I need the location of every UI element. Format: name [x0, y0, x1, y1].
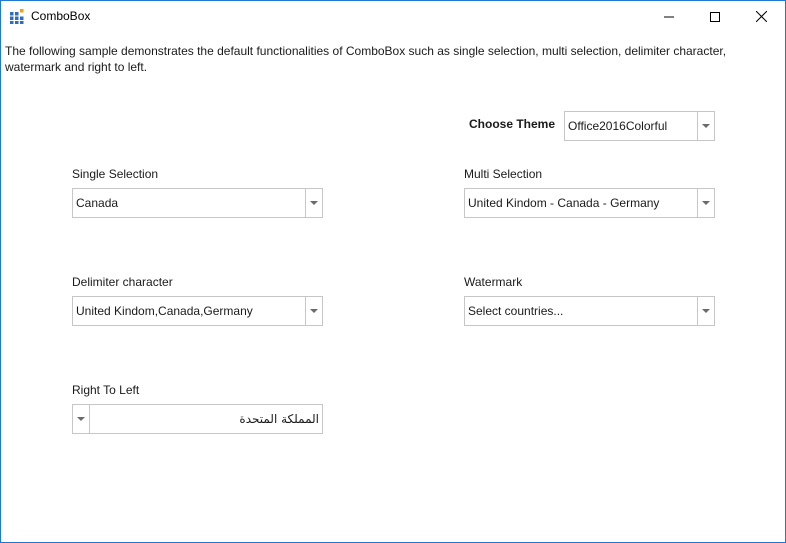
watermark-label: Watermark — [464, 275, 523, 289]
single-selection-value: Canada — [76, 196, 119, 210]
watermark-dropdown-button[interactable] — [697, 297, 714, 325]
maximize-icon — [710, 11, 720, 22]
theme-dropdown-button[interactable] — [697, 112, 714, 140]
delimiter-label: Delimiter character — [72, 275, 173, 289]
combobox-window: ComboBox The following sample demonstrat… — [0, 0, 786, 543]
grid-app-icon — [10, 9, 25, 24]
multi-selection-dropdown-button[interactable] — [697, 189, 714, 217]
single-selection-dropdown-button[interactable] — [305, 189, 322, 217]
right-to-left-dropdown-button[interactable] — [73, 405, 90, 433]
window-title: ComboBox — [31, 9, 91, 23]
watermark-combobox[interactable]: Select countries... — [464, 296, 715, 326]
right-to-left-combobox[interactable]: المملكة المتحدة — [72, 404, 323, 434]
single-selection-label: Single Selection — [72, 167, 159, 181]
chevron-down-icon — [310, 201, 318, 205]
maximize-button[interactable] — [692, 1, 738, 32]
single-selection-combobox[interactable]: Canada — [72, 188, 323, 218]
choose-theme-label: Choose Theme — [469, 117, 556, 131]
theme-combobox-value: Office2016Colorful — [568, 119, 668, 133]
chevron-down-icon — [702, 201, 710, 205]
chevron-down-icon — [77, 417, 85, 421]
minimize-button[interactable] — [646, 1, 692, 32]
close-icon — [755, 11, 767, 22]
right-to-left-label: Right To Left — [72, 383, 140, 397]
multi-selection-combobox[interactable]: United Kindom - Canada - Germany — [464, 188, 715, 218]
close-button[interactable] — [738, 1, 784, 32]
delimiter-dropdown-button[interactable] — [305, 297, 322, 325]
right-to-left-value: المملكة المتحدة — [239, 412, 319, 426]
multi-selection-value: United Kindom - Canada - Germany — [468, 196, 660, 210]
description-text: The following sample demonstrates the de… — [5, 44, 727, 74]
theme-combobox[interactable]: Office2016Colorful — [564, 111, 715, 141]
minimize-icon — [664, 16, 674, 17]
title-bar[interactable]: ComboBox — [1, 1, 785, 32]
watermark-placeholder: Select countries... — [468, 304, 564, 318]
multi-selection-label: Multi Selection — [464, 167, 543, 181]
chevron-down-icon — [310, 309, 318, 313]
delimiter-value: United Kindom,Canada,Germany — [76, 304, 253, 318]
delimiter-combobox[interactable]: United Kindom,Canada,Germany — [72, 296, 323, 326]
chevron-down-icon — [702, 309, 710, 313]
chevron-down-icon — [702, 124, 710, 128]
